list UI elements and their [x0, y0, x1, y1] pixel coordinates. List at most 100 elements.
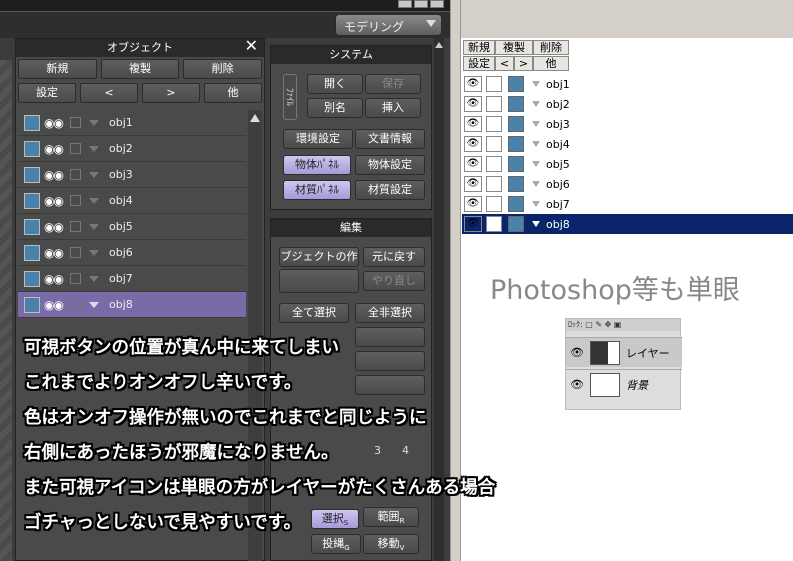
object-settings-button[interactable]: 設定: [18, 83, 76, 103]
new-object-button[interactable]: 新規: [18, 59, 97, 79]
expand-icon[interactable]: [532, 101, 540, 107]
expand-icon[interactable]: [532, 81, 540, 87]
eye-icon[interactable]: 👁: [464, 196, 482, 212]
deselect-all-button[interactable]: 全非選択: [355, 303, 425, 323]
eye-icon[interactable]: ◉◉: [44, 168, 64, 182]
eye-icon[interactable]: ◉◉: [44, 116, 64, 130]
doc-info-button[interactable]: 文書情報: [355, 129, 425, 149]
list-item[interactable]: 👁 obj1: [462, 74, 793, 94]
undo-button[interactable]: 元に戻す: [363, 247, 425, 267]
expand-icon[interactable]: [89, 275, 99, 282]
other-button[interactable]: 他: [204, 83, 262, 103]
lock-checkbox[interactable]: [70, 247, 81, 258]
next-object-button[interactable]: >: [142, 83, 200, 103]
expand-icon[interactable]: [89, 301, 99, 308]
list-item[interactable]: ◉◉ obj7: [18, 266, 246, 292]
color-swatch[interactable]: [508, 176, 524, 192]
color-swatch[interactable]: [24, 270, 40, 287]
list-item[interactable]: ◉◉ obj4: [18, 188, 246, 214]
expand-icon[interactable]: [89, 249, 99, 256]
eye-icon[interactable]: 👁: [464, 176, 482, 192]
expand-icon[interactable]: [532, 141, 540, 147]
color-swatch[interactable]: [508, 196, 524, 212]
lock-checkbox[interactable]: [486, 156, 502, 172]
color-swatch[interactable]: [24, 192, 40, 209]
lock-checkbox[interactable]: [486, 196, 502, 212]
object-panel-toggle[interactable]: 物体ﾊﾟﾈﾙ: [283, 155, 351, 175]
list-item[interactable]: ◉◉ obj3: [18, 162, 246, 188]
material-panel-toggle[interactable]: 材質ﾊﾟﾈﾙ: [283, 180, 351, 200]
material-settings-button[interactable]: 材質設定: [355, 180, 425, 200]
list-item[interactable]: 👁 obj4: [462, 134, 793, 154]
delete-object-button[interactable]: 削除: [183, 59, 263, 79]
color-swatch[interactable]: [24, 296, 40, 313]
lock-checkbox[interactable]: [486, 116, 502, 132]
expand-icon[interactable]: [89, 197, 99, 204]
lock-checkbox[interactable]: [70, 169, 81, 180]
list-item-selected[interactable]: 👁 obj8: [462, 214, 793, 234]
maximize-icon[interactable]: [414, 0, 428, 8]
expand-icon[interactable]: [89, 171, 99, 178]
select-all-button[interactable]: 全て選択: [279, 303, 349, 323]
color-swatch[interactable]: [508, 116, 524, 132]
lock-checkbox[interactable]: [70, 195, 81, 206]
layer-settings-button[interactable]: 設定: [463, 56, 495, 71]
color-swatch[interactable]: [24, 140, 40, 157]
eye-icon[interactable]: 👁: [464, 136, 482, 152]
list-item[interactable]: 👁 obj7: [462, 194, 793, 214]
color-swatch[interactable]: [24, 244, 40, 261]
new-layer-button[interactable]: 新規: [463, 40, 495, 55]
save-as-button[interactable]: 別名: [307, 98, 363, 118]
object-op-field[interactable]: [279, 269, 359, 293]
next-layer-button[interactable]: >: [514, 56, 533, 71]
lock-checkbox[interactable]: [70, 273, 81, 284]
list-item[interactable]: 👁 obj3: [462, 114, 793, 134]
close-icon[interactable]: ✕: [245, 37, 258, 55]
lock-checkbox[interactable]: [70, 143, 81, 154]
expand-icon[interactable]: [89, 119, 99, 126]
expand-icon[interactable]: [89, 223, 99, 230]
list-item[interactable]: 👁 obj2: [462, 94, 793, 114]
list-item[interactable]: 👁 obj6: [462, 174, 793, 194]
eye-icon[interactable]: ◉◉: [44, 272, 64, 286]
duplicate-object-button[interactable]: 複製: [100, 59, 180, 79]
prev-object-button[interactable]: <: [80, 83, 138, 103]
open-button[interactable]: 開く: [307, 74, 363, 94]
list-item[interactable]: ◉◉ obj6: [18, 240, 246, 266]
mode-select[interactable]: モデリング: [335, 14, 442, 36]
prev-layer-button[interactable]: <: [495, 56, 514, 71]
lock-checkbox[interactable]: [486, 176, 502, 192]
color-swatch[interactable]: [508, 156, 524, 172]
color-swatch[interactable]: [508, 216, 524, 232]
lock-checkbox[interactable]: [486, 136, 502, 152]
eye-icon[interactable]: 👁: [464, 156, 482, 172]
color-swatch[interactable]: [24, 114, 40, 131]
close-window-icon[interactable]: [430, 0, 444, 8]
list-item[interactable]: ◉◉ obj5: [18, 214, 246, 240]
eye-icon[interactable]: 👁: [464, 216, 482, 232]
color-swatch[interactable]: [508, 76, 524, 92]
eye-icon[interactable]: ◉◉: [44, 194, 64, 208]
object-op-button[interactable]: ブジェクトの作: [279, 247, 359, 267]
object-settings-button[interactable]: 物体設定: [355, 155, 425, 175]
insert-button[interactable]: 挿入: [365, 98, 421, 118]
eye-icon[interactable]: 👁: [464, 116, 482, 132]
env-settings-button[interactable]: 環境設定: [283, 129, 353, 149]
duplicate-layer-button[interactable]: 複製: [495, 40, 533, 55]
list-item[interactable]: 👁 obj5: [462, 154, 793, 174]
expand-icon[interactable]: [532, 121, 540, 127]
list-item[interactable]: ◉◉ obj1: [18, 110, 246, 136]
eye-icon[interactable]: ◉◉: [44, 246, 64, 260]
lock-checkbox[interactable]: [486, 216, 502, 232]
save-button[interactable]: 保存: [365, 74, 421, 94]
expand-icon[interactable]: [89, 145, 99, 152]
lock-checkbox[interactable]: [486, 76, 502, 92]
color-swatch[interactable]: [24, 166, 40, 183]
eye-icon[interactable]: 👁: [464, 96, 482, 112]
scroll-up-icon[interactable]: [435, 42, 443, 48]
list-item-selected[interactable]: ◉◉ obj8: [18, 292, 246, 318]
lock-checkbox[interactable]: [70, 299, 81, 310]
lock-checkbox[interactable]: [486, 96, 502, 112]
scroll-up-icon[interactable]: [250, 114, 260, 122]
expand-icon[interactable]: [532, 201, 540, 207]
